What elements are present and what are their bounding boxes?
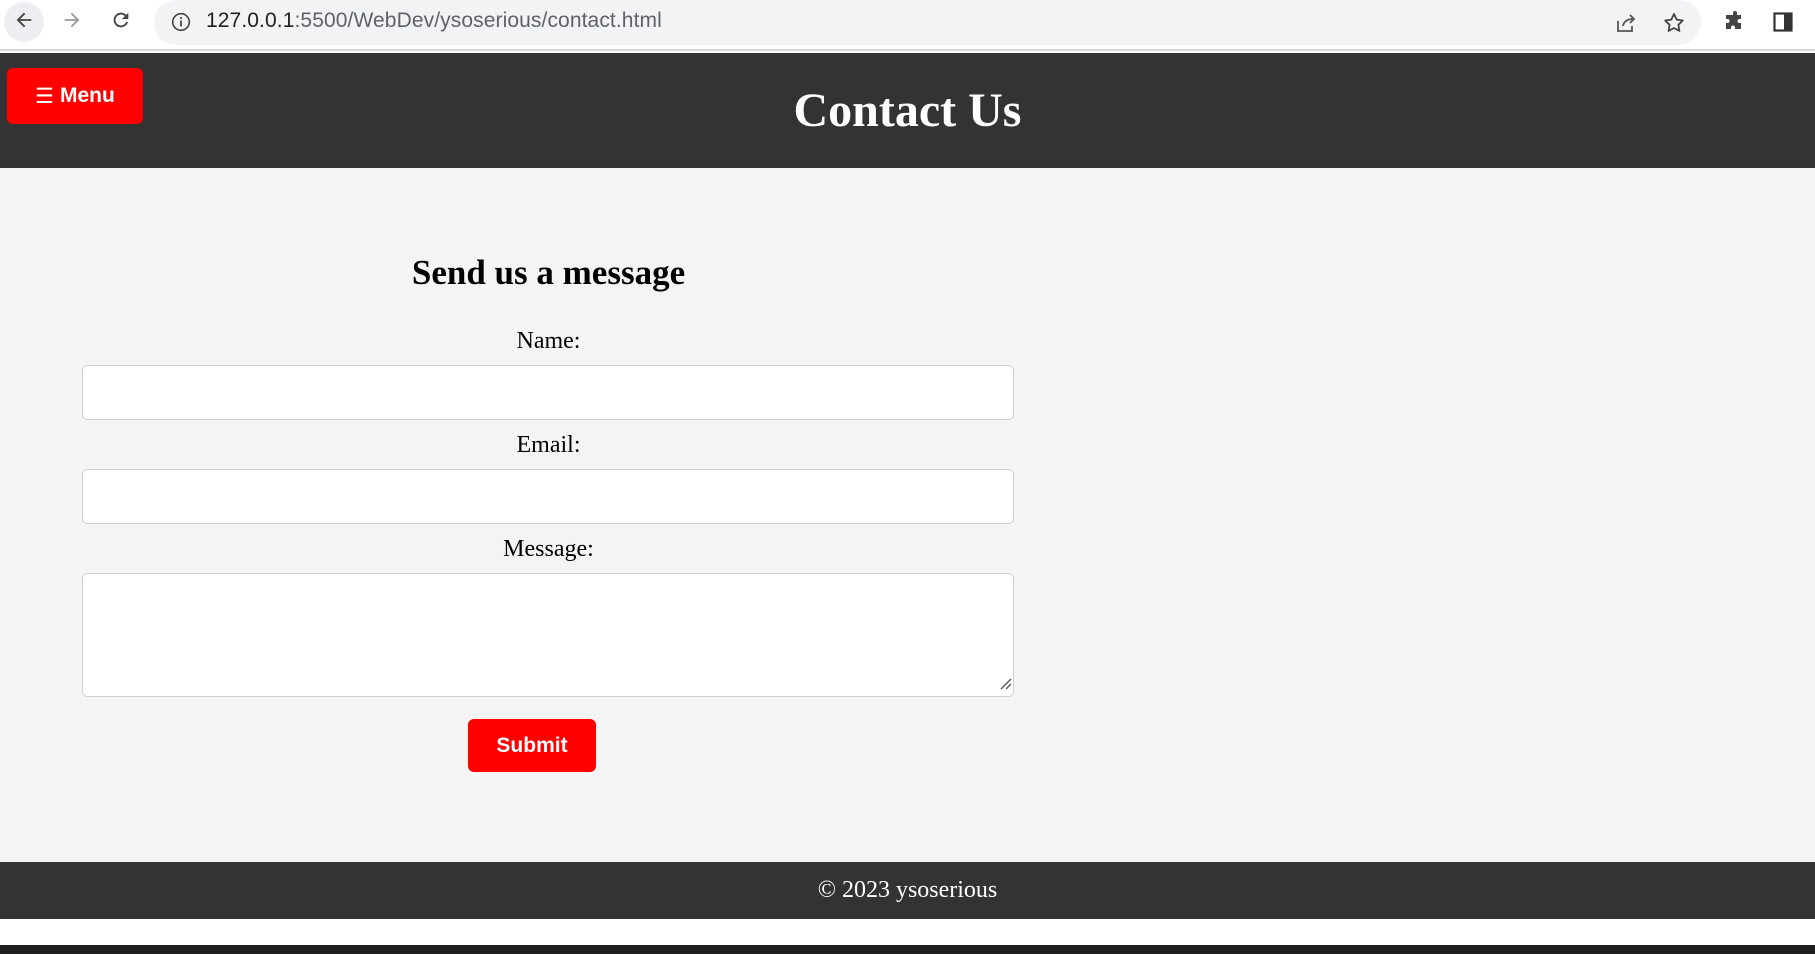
page-bottom-area — [0, 919, 1815, 945]
resize-handle-icon[interactable] — [998, 676, 1012, 690]
hamburger-icon: ☰ — [35, 84, 54, 108]
info-icon[interactable] — [170, 11, 192, 33]
side-panel-icon[interactable] — [1768, 7, 1798, 37]
email-label: Email: — [516, 432, 581, 458]
address-bar[interactable]: 127.0.0.1:5500/WebDev/ysoserious/contact… — [154, 0, 1701, 45]
back-button[interactable] — [4, 2, 44, 42]
email-input[interactable] — [82, 469, 1014, 524]
browser-toolbar: 127.0.0.1:5500/WebDev/ysoserious/contact… — [0, 0, 1815, 51]
puzzle-icon[interactable] — [1720, 7, 1750, 37]
star-icon[interactable] — [1660, 9, 1688, 37]
menu-button[interactable]: ☰ Menu — [7, 68, 143, 124]
page-title: Contact Us — [793, 84, 1022, 137]
forward-button[interactable] — [52, 2, 92, 42]
reload-icon — [110, 9, 132, 36]
menu-button-label: Menu — [60, 84, 115, 107]
site-footer: © 2023 ysoserious — [0, 862, 1815, 919]
url-text[interactable]: 127.0.0.1:5500/WebDev/ysoserious/contact… — [206, 9, 662, 33]
form-heading: Send us a message — [411, 253, 686, 292]
site-header: Contact Us ☰ Menu — [0, 53, 1815, 168]
submit-button[interactable]: Submit — [468, 719, 596, 772]
reload-button[interactable] — [101, 2, 141, 42]
forward-arrow-icon — [61, 9, 83, 36]
message-label: Message: — [503, 536, 594, 562]
url-host: 127.0.0.1 — [206, 9, 295, 32]
url-path: :5500/WebDev/ysoserious/contact.html — [294, 9, 662, 32]
share-icon[interactable] — [1612, 9, 1640, 37]
back-arrow-icon — [13, 9, 35, 36]
footer-copyright: © 2023 ysoserious — [817, 877, 998, 903]
page-body: Contact Us ☰ Menu Send us a message Name… — [0, 53, 1815, 919]
taskbar-edge — [0, 945, 1815, 954]
name-input[interactable] — [82, 365, 1014, 420]
name-label: Name: — [516, 328, 581, 354]
message-textarea[interactable] — [82, 573, 1014, 697]
